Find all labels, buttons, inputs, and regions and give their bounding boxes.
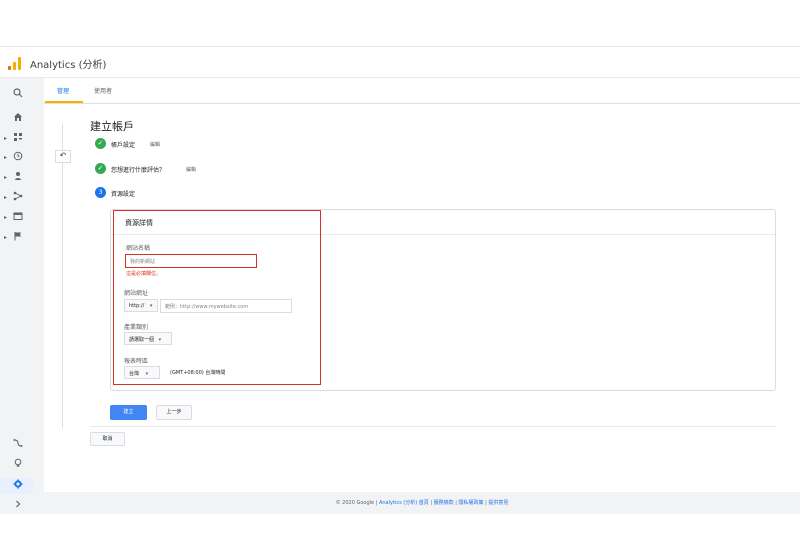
timezone-value[interactable]: (GMT+08:00) 台灣時間 [170, 369, 225, 376]
footer-link-terms[interactable]: 服務條款 [434, 500, 454, 506]
analytics-logo-icon[interactable] [8, 56, 22, 70]
footer: © 2020 Google | Analytics (分析) 首頁 | 服務條款… [44, 492, 800, 514]
footer-link-privacy[interactable]: 隱私權政策 [459, 500, 484, 506]
reporting-timezone-label: 報表時區 [124, 358, 149, 365]
cancel-button[interactable]: 取消 [90, 432, 125, 446]
chevron-down-icon: ▾ [158, 337, 162, 343]
expand-caret-icon[interactable]: ▸ [4, 171, 7, 185]
footer-text: © 2020 Google | Analytics (分析) 首頁 | 服務條款… [44, 499, 800, 506]
expand-nav-chevron-icon[interactable] [10, 499, 26, 513]
app-name: Analytics (分析) [30, 60, 107, 71]
website-url-label: 網站網址 [124, 290, 149, 297]
chevron-down-icon: ▾ [149, 303, 153, 309]
vertical-divider [62, 124, 63, 428]
tab-users[interactable]: 使用者 [94, 86, 112, 95]
step-number-badge: 3 [95, 187, 106, 198]
active-tab-indicator [45, 101, 83, 103]
admin-tabs [44, 78, 800, 104]
checkmark-icon: ✓ [95, 138, 106, 149]
step-measure-label: 您想進行什麼評估？ [111, 167, 166, 174]
tab-admin[interactable]: 管理 [57, 86, 69, 95]
footer-link-feedback[interactable]: 提供意見 [488, 500, 508, 506]
back-arrow-button[interactable]: ↶ [55, 150, 71, 163]
audience-icon[interactable] [10, 171, 26, 185]
site-name-error: 這是必填欄位。 [126, 271, 162, 277]
industry-category-value: 請選取一個 [129, 337, 155, 343]
industry-category-dropdown[interactable]: 請選取一個 ▾ [124, 332, 172, 345]
chevron-down-icon: ▾ [145, 371, 149, 377]
step-measure-edit-link[interactable]: 編輯 [186, 166, 196, 173]
step-property-setup-label: 資源設定 [111, 191, 136, 198]
site-name-label: 網站名稱 [126, 245, 151, 252]
country-value: 台灣 [129, 371, 140, 377]
divider [90, 426, 776, 427]
gear-icon[interactable] [10, 479, 26, 493]
top-blank-area [0, 0, 800, 46]
site-name-input[interactable]: 我的新網站 [125, 254, 257, 268]
clock-icon[interactable] [10, 151, 26, 165]
expand-caret-icon[interactable]: ▸ [4, 191, 7, 205]
lightbulb-icon[interactable] [10, 458, 26, 472]
expand-caret-icon[interactable]: ▸ [4, 132, 7, 146]
checkmark-icon: ✓ [95, 163, 106, 174]
flag-icon[interactable] [10, 231, 26, 245]
website-url-input[interactable]: 範例：http://www.mywebsite.com [160, 299, 292, 313]
page-title: 建立帳戶 [90, 120, 134, 133]
acquisition-icon[interactable] [10, 191, 26, 205]
create-button[interactable]: 建立 [110, 405, 147, 420]
home-icon[interactable] [10, 112, 26, 126]
expand-caret-icon[interactable]: ▸ [4, 231, 7, 245]
app-header: Analytics (分析) [0, 46, 800, 78]
behavior-icon[interactable] [10, 211, 26, 225]
step-account-setup-label: 帳戶設定 [111, 142, 136, 149]
search-icon[interactable] [10, 88, 26, 102]
industry-category-label: 產業類別 [124, 324, 149, 331]
footer-link-analytics-home[interactable]: Analytics (分析) 首頁 [379, 500, 429, 506]
protocol-dropdown[interactable]: http:// ▾ [124, 299, 158, 312]
copyright-text: © 2020 Google | [335, 500, 378, 506]
customization-icon[interactable] [10, 132, 26, 146]
attribution-icon[interactable] [10, 438, 26, 452]
previous-button[interactable]: 上一步 [156, 405, 192, 420]
protocol-value: http:// [129, 303, 145, 309]
expand-caret-icon[interactable]: ▸ [4, 211, 7, 225]
country-dropdown[interactable]: 台灣 ▾ [124, 366, 160, 379]
step-account-setup-edit-link[interactable]: 編輯 [150, 141, 160, 148]
expand-caret-icon[interactable]: ▸ [4, 151, 7, 165]
